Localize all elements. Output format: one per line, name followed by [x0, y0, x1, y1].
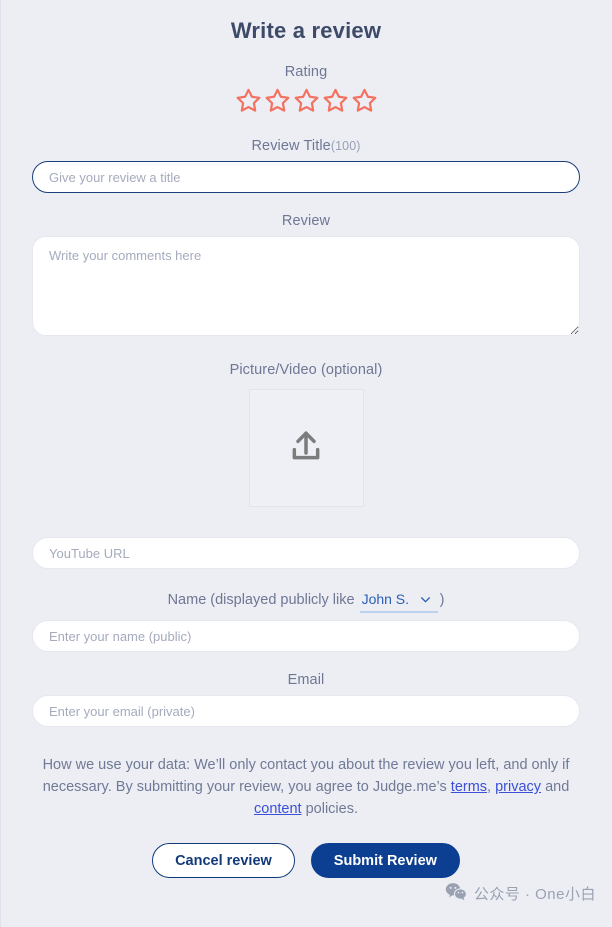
rating-label: Rating [284, 64, 328, 80]
star-icon-4[interactable] [322, 87, 349, 118]
review-title-char-counter: (100) [330, 139, 361, 153]
review-title-input[interactable] [32, 161, 580, 193]
upload-icon [286, 426, 326, 471]
cancel-review-button[interactable]: Cancel review [152, 843, 295, 879]
privacy-link[interactable]: privacy [495, 779, 541, 795]
privacy-text-part2: policies. [301, 801, 358, 818]
star-icon-1[interactable] [235, 87, 262, 118]
media-upload-section [32, 389, 580, 507]
media-label: Picture/Video (optional) [229, 362, 383, 378]
terms-link[interactable]: terms [451, 779, 487, 795]
watermark-text: 公众号 · One小白 [473, 886, 596, 903]
youtube-url-input[interactable] [32, 537, 580, 569]
star-icon-2[interactable] [264, 87, 291, 118]
review-body-textarea[interactable] [32, 236, 580, 336]
star-icon-3[interactable] [293, 87, 320, 118]
review-title-label: Review Title(100) [32, 138, 580, 154]
media-upload-dropzone[interactable] [248, 389, 364, 507]
form-actions: Cancel review Submit Review [32, 843, 580, 879]
reviewer-email-input[interactable] [32, 695, 580, 727]
youtube-url-section [32, 537, 580, 569]
submit-review-button[interactable]: Submit Review [310, 843, 460, 879]
wechat-icon [445, 882, 467, 905]
privacy-sep-1: , [487, 779, 496, 796]
reviewer-name-input[interactable] [32, 620, 580, 652]
name-label-prefix: Name (displayed publicly like [167, 592, 355, 608]
name-label-suffix: ) [439, 592, 445, 608]
name-format-select[interactable]: John S. [359, 591, 438, 613]
privacy-notice: How we use your data: We’ll only contact… [32, 754, 580, 820]
review-body-label: Review [281, 213, 331, 229]
email-label: Email [287, 672, 325, 688]
name-format-selector[interactable]: John S. [359, 591, 438, 613]
review-title-label-text: Review Title [251, 138, 331, 154]
star-rating-input[interactable] [32, 87, 580, 118]
name-label: Name (displayed publicly like John S. ) [32, 591, 580, 613]
write-review-form: Write a review Rating Review Title(100) [0, 0, 612, 879]
page-title: Write a review [230, 18, 382, 43]
rating-section: Rating [32, 64, 580, 118]
star-icon-5[interactable] [351, 87, 378, 118]
privacy-sep-2: and [541, 779, 570, 796]
watermark: 公众号 · One小白 [445, 882, 596, 905]
content-policy-link[interactable]: content [254, 801, 302, 817]
